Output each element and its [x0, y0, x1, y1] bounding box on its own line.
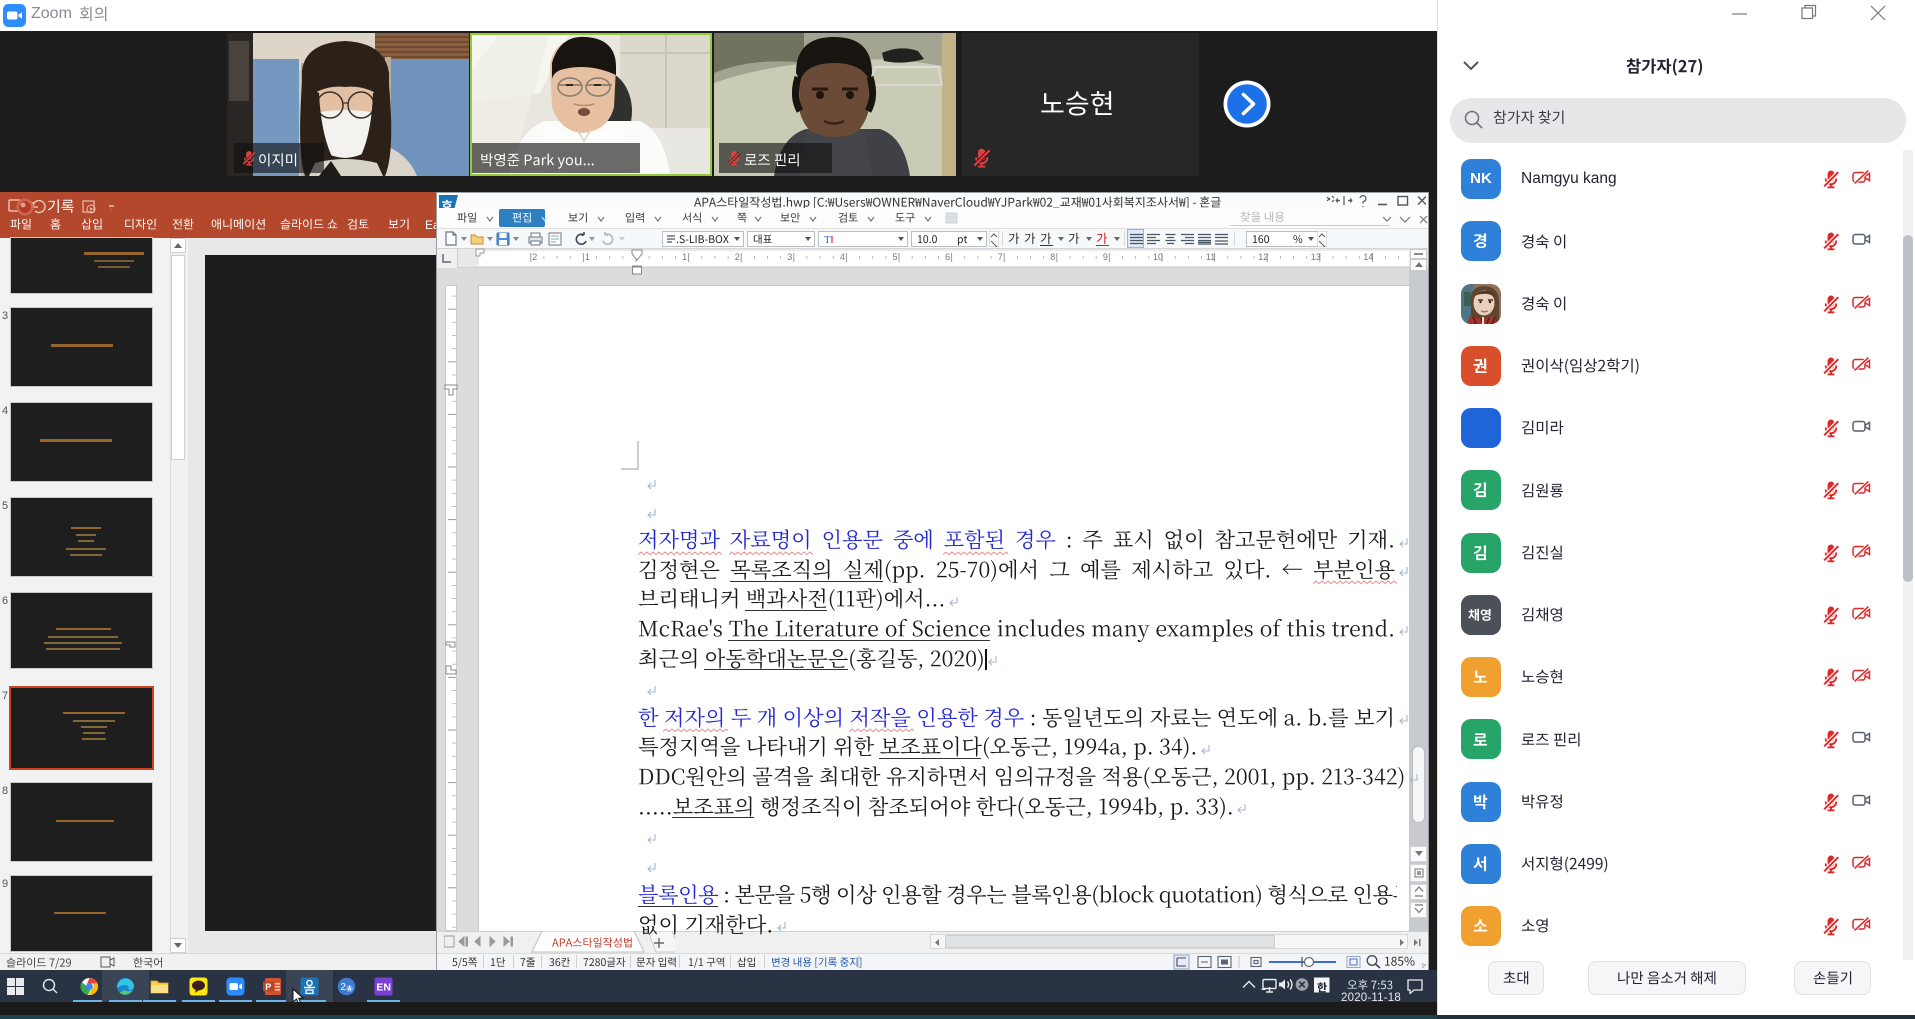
svg-text:2: 2	[340, 982, 346, 993]
svg-text:EN: EN	[376, 982, 391, 994]
svg-text:P: P	[265, 982, 271, 992]
